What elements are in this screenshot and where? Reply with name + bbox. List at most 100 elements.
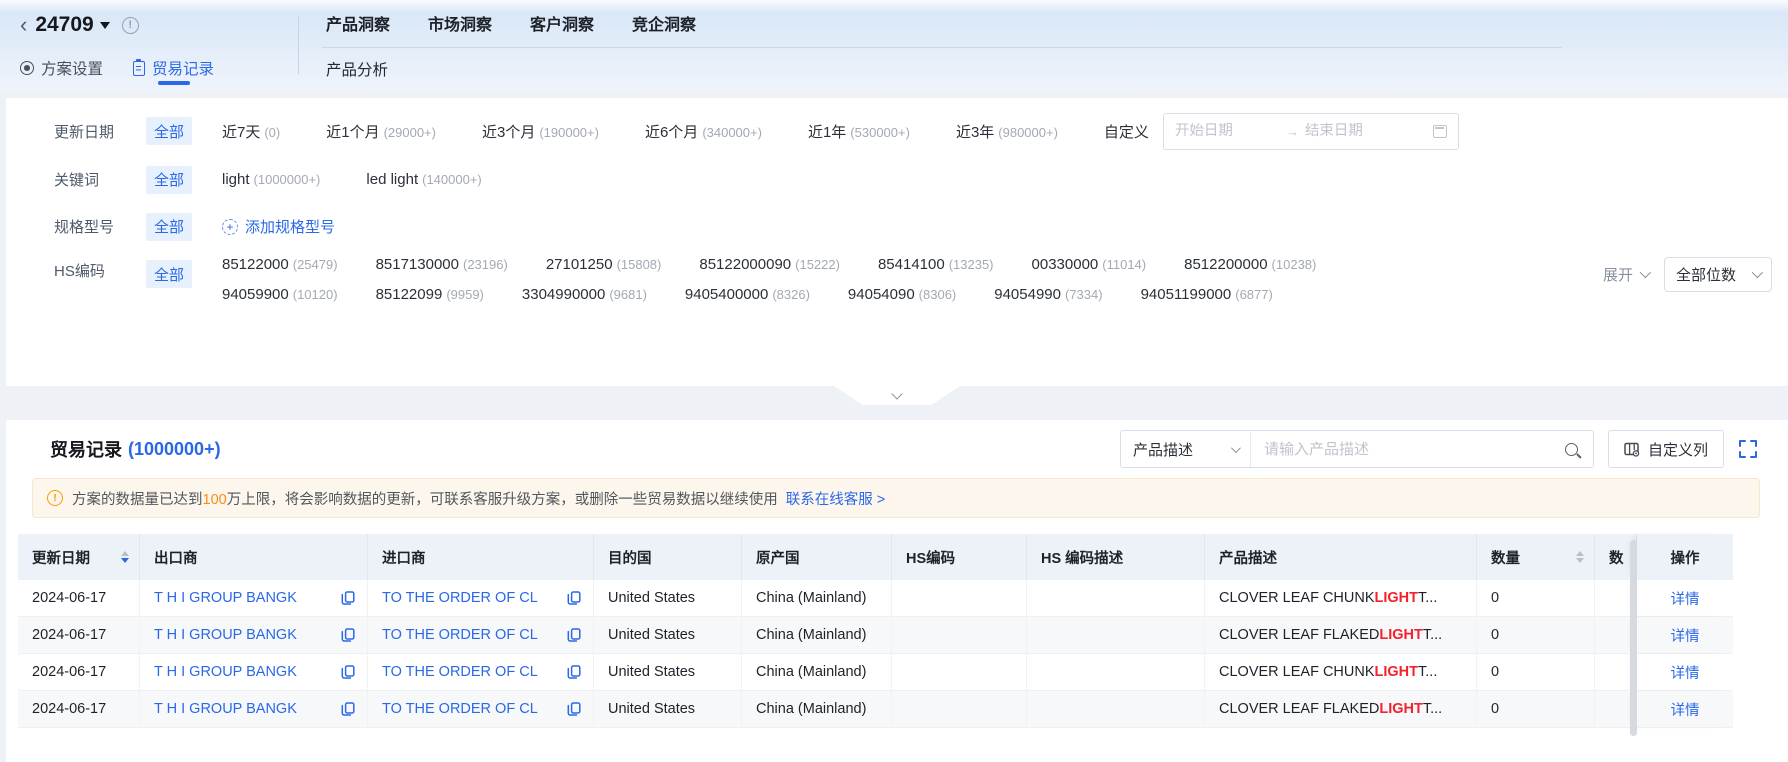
hs-code-option[interactable]: 85122099 (9959) — [376, 286, 484, 303]
importer-link[interactable]: TO THE ORDER OF CL — [382, 701, 538, 717]
detail-link[interactable]: 详情 — [1671, 699, 1700, 720]
hs-code-option[interactable]: 8517130000 (23196) — [376, 256, 508, 273]
fullscreen-icon — [1739, 440, 1757, 458]
nav-underline — [322, 47, 1562, 48]
keyword-all-chip[interactable]: 全部 — [146, 165, 192, 194]
cell-destination: United States — [594, 654, 742, 690]
update-option-3m[interactable]: 近3个月 (190000+) — [482, 121, 599, 142]
hs-code-option[interactable]: 94051199000 (6877) — [1141, 286, 1273, 303]
copy-icon[interactable] — [341, 591, 355, 605]
copy-icon[interactable] — [567, 665, 581, 679]
exporter-link[interactable]: T H I GROUP BANGK — [154, 627, 297, 643]
cell-origin: China (Mainland) — [742, 691, 892, 727]
cell-product-desc: CLOVER LEAF CHUNK LIGHT T... — [1205, 580, 1477, 616]
update-option-1y[interactable]: 近1年 (530000+) — [808, 121, 910, 142]
spec-all-chip[interactable]: 全部 — [146, 212, 192, 241]
hs-code-line-2: 94059900 (10120) 85122099 (9959) 3304990… — [222, 286, 1354, 303]
sort-icon[interactable] — [1576, 550, 1584, 564]
cell-actions: 详情 — [1637, 580, 1733, 616]
vertical-scrollbar[interactable] — [1630, 540, 1637, 736]
exporter-link[interactable]: T H I GROUP BANGK — [154, 664, 297, 680]
column-header-update-date[interactable]: 更新日期 — [18, 534, 140, 580]
plan-id[interactable]: 24709 — [35, 13, 93, 37]
update-option-1m[interactable]: 近1个月 (29000+) — [326, 121, 436, 142]
tab-plan-settings[interactable]: 方案设置 — [20, 57, 103, 79]
hs-code-option[interactable]: 3304990000 (9681) — [522, 286, 647, 303]
hs-code-option[interactable]: 94059900 (10120) — [222, 286, 338, 303]
update-date-all-chip[interactable]: 全部 — [146, 117, 192, 145]
filter-row-hs-code: HS编码 全部 85122000 (25479) 8517130000 (231… — [6, 250, 1788, 303]
customize-columns-button[interactable]: 自定义列 — [1607, 430, 1724, 468]
expand-toggle[interactable]: 展开 — [1603, 264, 1652, 285]
nav-competitor-insight[interactable]: 竞企洞察 — [632, 11, 696, 35]
records-tools: 产品描述 自定义列 — [1119, 430, 1758, 468]
hs-code-option[interactable]: 9405400000 (8326) — [685, 286, 810, 303]
update-option-6m[interactable]: 近6个月 (340000+) — [645, 121, 762, 142]
update-option-7d[interactable]: 近7天 (0) — [222, 121, 280, 142]
search-icon — [1565, 442, 1579, 456]
hs-code-option[interactable]: 85122000 (25479) — [222, 256, 338, 273]
importer-link[interactable]: TO THE ORDER OF CL — [382, 627, 538, 643]
hs-code-option[interactable]: 85122000090 (15222) — [699, 256, 840, 273]
exporter-link[interactable]: T H I GROUP BANGK — [154, 701, 297, 717]
sort-icon[interactable] — [121, 550, 129, 564]
copy-icon[interactable] — [567, 702, 581, 716]
info-icon[interactable]: ! — [121, 16, 139, 34]
date-range-picker[interactable]: → — [1162, 112, 1459, 150]
copy-icon[interactable] — [341, 628, 355, 642]
hs-code-option[interactable]: 85414100 (13235) — [878, 256, 994, 273]
importer-link[interactable]: TO THE ORDER OF CL — [382, 590, 538, 606]
tab-product-analysis[interactable]: 产品分析 — [326, 62, 388, 79]
cell-destination: United States — [594, 617, 742, 653]
start-date-input[interactable] — [1174, 123, 1280, 139]
exporter-link[interactable]: T H I GROUP BANGK — [154, 590, 297, 606]
hs-code-option[interactable]: 8512200000 (10238) — [1184, 256, 1316, 273]
column-header-destination: 目的国 — [594, 534, 742, 580]
keyword-option-led-light[interactable]: led light (140000+) — [366, 171, 481, 188]
column-header-exporter: 出口商 — [140, 534, 368, 580]
nav-product-insight[interactable]: 产品洞察 — [326, 11, 390, 35]
detail-link[interactable]: 详情 — [1671, 662, 1700, 683]
keyword-option-light[interactable]: light (1000000+) — [222, 171, 320, 188]
copy-icon[interactable] — [341, 665, 355, 679]
plan-row: ‹ 24709 ! — [20, 4, 214, 46]
cell-origin: China (Mainland) — [742, 654, 892, 690]
fullscreen-button[interactable] — [1738, 439, 1758, 459]
contact-support-link[interactable]: 联系在线客服 > — [786, 492, 886, 508]
hs-code-option[interactable]: 27101250 (15808) — [546, 256, 662, 273]
column-header-quantity[interactable]: 数量 — [1477, 534, 1595, 580]
filter-panel: 更新日期 全部 近7天 (0) 近1个月 (29000+) 近3个月 (1900… — [6, 98, 1788, 405]
search-button[interactable] — [1550, 431, 1593, 467]
nav-customer-insight[interactable]: 客户洞察 — [530, 11, 594, 35]
search-type-value: 产品描述 — [1132, 441, 1193, 459]
hs-digits-select[interactable]: 全部位数 — [1664, 256, 1772, 292]
nav-market-insight[interactable]: 市场洞察 — [428, 11, 492, 35]
hs-all-chip[interactable]: 全部 — [146, 260, 192, 288]
copy-icon[interactable] — [341, 702, 355, 716]
collapse-filters-tab[interactable] — [834, 386, 960, 405]
tab-trade-records[interactable]: 贸易记录 — [133, 57, 214, 79]
cell-destination: United States — [594, 691, 742, 727]
tab-plan-settings-label: 方案设置 — [41, 61, 104, 78]
importer-link[interactable]: TO THE ORDER OF CL — [382, 664, 538, 680]
hs-code-option[interactable]: 94054990 (7334) — [994, 286, 1102, 303]
table-row: 2024-06-17 T H I GROUP BANGK TO THE ORDE… — [18, 691, 1733, 728]
copy-icon[interactable] — [567, 628, 581, 642]
filter-row-keyword: 关键词 全部 light (1000000+) led light (14000… — [6, 156, 1788, 203]
copy-icon[interactable] — [567, 591, 581, 605]
hs-code-option[interactable]: 94054090 (8306) — [848, 286, 956, 303]
detail-link[interactable]: 详情 — [1671, 625, 1700, 646]
plan-dropdown-caret-icon[interactable] — [99, 22, 110, 34]
back-icon[interactable]: ‹ — [20, 14, 27, 36]
keyword-highlight: LIGHT — [1374, 590, 1419, 606]
add-spec-button[interactable]: 添加规格型号 — [222, 216, 335, 237]
search-input[interactable] — [1250, 431, 1551, 467]
detail-link[interactable]: 详情 — [1671, 588, 1700, 609]
search-type-select[interactable]: 产品描述 — [1121, 431, 1251, 467]
hs-code-option[interactable]: 00330000 (11014) — [1032, 256, 1147, 273]
update-option-3y[interactable]: 近3年 (980000+) — [956, 121, 1058, 142]
end-date-input[interactable] — [1304, 123, 1410, 139]
cell-quantity: 0 — [1477, 691, 1595, 727]
topbar: ‹ 24709 ! 方案设置 贸易记录 产品洞察 市场洞察 客户洞察 竞企洞察 … — [0, 0, 1788, 92]
table-header-row: 更新日期 出口商 进口商 目的国 原产国 HS编码 HS 编码描述 产品描述 数… — [18, 534, 1733, 580]
